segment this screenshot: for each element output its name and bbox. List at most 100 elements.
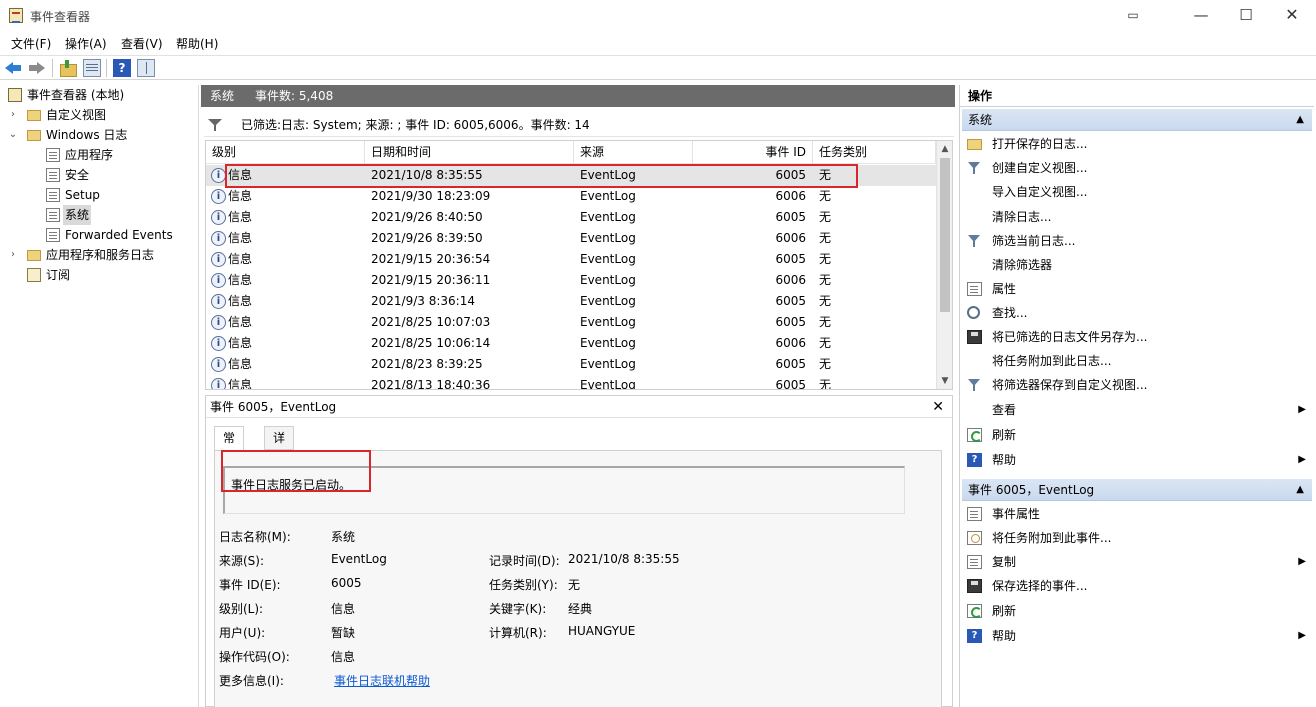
action-item[interactable]: 将已筛选的日志文件另存为... bbox=[960, 325, 1314, 349]
tree-item-root[interactable]: 事件查看器 (本地) bbox=[0, 85, 198, 105]
action-item[interactable]: 将任务附加到此事件... bbox=[960, 526, 1314, 550]
log-icon bbox=[46, 148, 60, 162]
minimize-button[interactable]: — bbox=[1181, 4, 1221, 26]
action-item[interactable]: 将任务附加到此日志... bbox=[960, 349, 1314, 373]
table-row[interactable]: i 信息 2021/9/26 8:40:50 EventLog 6005 无 bbox=[206, 207, 936, 228]
more-info-link[interactable]: 事件日志联机帮助 bbox=[334, 672, 430, 689]
tree-item-forwarded-events[interactable]: Forwarded Events bbox=[0, 225, 198, 245]
action-item[interactable]: ? 帮助 ▶ bbox=[960, 624, 1314, 648]
action-label: 查找... bbox=[992, 306, 1028, 320]
table-row[interactable]: i 信息 2021/8/13 18:40:36 EventLog 6005 无 bbox=[206, 375, 936, 390]
action-item[interactable]: 保存选择的事件... bbox=[960, 574, 1314, 598]
cell-datetime: 2021/8/13 18:40:36 bbox=[371, 378, 491, 390]
section-event[interactable]: 事件 6005，EventLog ▲ bbox=[962, 479, 1312, 501]
scroll-up-icon[interactable]: ▲ bbox=[937, 141, 952, 157]
scroll-down-icon[interactable]: ▼ bbox=[937, 373, 952, 389]
action-item[interactable]: 创建自定义视图... bbox=[960, 156, 1314, 180]
forward-arrow-icon[interactable] bbox=[27, 59, 45, 77]
folder-icon bbox=[27, 130, 41, 141]
up-folder-icon[interactable] bbox=[59, 59, 77, 77]
cell-datetime: 2021/9/26 8:39:50 bbox=[371, 231, 483, 245]
menu-help[interactable]: 帮助(H) bbox=[176, 35, 218, 52]
back-arrow-icon[interactable] bbox=[5, 59, 23, 77]
tree-item-system[interactable]: 系统 bbox=[0, 205, 198, 225]
scrollbar-thumb[interactable] bbox=[940, 158, 950, 312]
action-item[interactable]: 事件属性 bbox=[960, 502, 1314, 526]
close-window-button[interactable]: ✕ bbox=[1272, 4, 1312, 26]
tab-general[interactable]: 常规 bbox=[214, 426, 245, 467]
show-hide-action-pane-icon[interactable] bbox=[137, 59, 155, 77]
field-user: 暂缺 bbox=[331, 626, 356, 640]
menu-file[interactable]: 文件(F) bbox=[11, 35, 51, 52]
cell-task-category: 无 bbox=[819, 273, 832, 287]
action-item[interactable]: 将筛选器保存到自定义视图... bbox=[960, 373, 1314, 397]
action-item[interactable]: 复制 ▶ bbox=[960, 550, 1314, 574]
action-item[interactable]: 清除筛选器 bbox=[960, 253, 1314, 277]
tree-item-custom-views[interactable]: › 自定义视图 bbox=[0, 105, 198, 125]
table-row[interactable]: i 信息 2021/8/25 10:07:03 EventLog 6005 无 bbox=[206, 312, 936, 333]
action-item[interactable]: 刷新 bbox=[960, 599, 1314, 623]
event-list-header: 级别 日期和时间 来源 事件 ID 任务类别 bbox=[206, 141, 936, 164]
action-item[interactable]: 刷新 bbox=[960, 423, 1314, 447]
action-item[interactable]: 清除日志... bbox=[960, 205, 1314, 229]
collapse-icon[interactable]: ▲ bbox=[1296, 109, 1304, 131]
action-item[interactable]: 打开保存的日志... bbox=[960, 132, 1314, 156]
tree-label: Setup bbox=[65, 188, 100, 202]
folder-icon bbox=[27, 250, 41, 261]
column-source[interactable]: 来源 bbox=[574, 141, 693, 164]
tree-item-setup[interactable]: Setup bbox=[0, 185, 198, 205]
help-icon[interactable]: ? bbox=[113, 59, 131, 77]
action-label: 将任务附加到此日志... bbox=[992, 354, 1112, 368]
menu-view[interactable]: 查看(V) bbox=[121, 35, 163, 52]
table-row[interactable]: i 信息 2021/9/15 20:36:11 EventLog 6006 无 bbox=[206, 270, 936, 291]
action-item[interactable]: 导入自定义视图... bbox=[960, 180, 1314, 204]
field-label-level: 级别(L): bbox=[219, 602, 264, 616]
action-item[interactable]: 筛选当前日志... bbox=[960, 229, 1314, 253]
submenu-arrow-icon: ▶ bbox=[1298, 556, 1306, 567]
cell-task-category: 无 bbox=[819, 357, 832, 371]
action-item[interactable]: 查找... bbox=[960, 301, 1314, 325]
table-row[interactable]: i 信息 2021/8/25 10:06:14 EventLog 6006 无 bbox=[206, 333, 936, 354]
cell-datetime: 2021/9/15 20:36:11 bbox=[371, 273, 491, 287]
section-system[interactable]: 系统 ▲ bbox=[962, 109, 1312, 131]
tree-item-app-service-logs[interactable]: › 应用程序和服务日志 bbox=[0, 245, 198, 265]
log-icon bbox=[46, 228, 60, 242]
column-event-id[interactable]: 事件 ID bbox=[693, 141, 813, 164]
field-level: 信息 bbox=[331, 602, 356, 616]
column-datetime[interactable]: 日期和时间 bbox=[365, 141, 574, 164]
menu-action[interactable]: 操作(A) bbox=[65, 35, 107, 52]
action-item[interactable]: 属性 bbox=[960, 277, 1314, 301]
maximize-button[interactable]: ☐ bbox=[1226, 4, 1266, 26]
cell-event-id: 6006 bbox=[775, 336, 806, 350]
log-header: 系统 事件数: 5,408 bbox=[201, 85, 955, 107]
tree-label: 应用程序和服务日志 bbox=[46, 248, 155, 262]
cell-level: 信息 bbox=[228, 336, 253, 350]
filter-bar: 已筛选:日志: System; 来源: ; 事件 ID: 6005,6006。事… bbox=[204, 113, 954, 137]
tablet-mode-icon[interactable]: ▭ bbox=[1113, 4, 1153, 26]
tree-item-windows-logs[interactable]: ⌄ Windows 日志 bbox=[0, 125, 198, 145]
table-row[interactable]: i 信息 2021/9/3 8:36:14 EventLog 6005 无 bbox=[206, 291, 936, 312]
tab-details[interactable]: 详细信息 bbox=[264, 426, 295, 511]
vertical-scrollbar[interactable]: ▲ ▼ bbox=[936, 141, 952, 389]
column-level[interactable]: 级别 bbox=[206, 141, 365, 164]
tree-item-security[interactable]: 安全 bbox=[0, 165, 198, 185]
column-task-category[interactable]: 任务类别 bbox=[813, 141, 936, 164]
collapse-arrow-icon[interactable]: ⌄ bbox=[8, 125, 18, 145]
expand-arrow-icon[interactable]: › bbox=[8, 105, 18, 125]
highlight-box bbox=[225, 164, 858, 188]
table-row[interactable]: i 信息 2021/9/15 20:36:54 EventLog 6005 无 bbox=[206, 249, 936, 270]
tree-item-subscriptions[interactable]: 订阅 bbox=[0, 265, 198, 285]
table-row[interactable]: i 信息 2021/8/23 8:39:25 EventLog 6005 无 bbox=[206, 354, 936, 375]
highlight-box bbox=[221, 450, 371, 492]
center-pane: 系统 事件数: 5,408 已筛选:日志: System; 来源: ; 事件 I… bbox=[201, 85, 956, 707]
action-item[interactable]: 查看 ▶ bbox=[960, 398, 1314, 422]
info-icon: i bbox=[211, 294, 226, 309]
action-item[interactable]: ? 帮助 ▶ bbox=[960, 448, 1314, 472]
tree-item-application[interactable]: 应用程序 bbox=[0, 145, 198, 165]
show-hide-console-tree-icon[interactable] bbox=[83, 59, 101, 77]
close-detail-icon[interactable]: ✕ bbox=[932, 396, 944, 418]
expand-arrow-icon[interactable]: › bbox=[8, 245, 18, 265]
table-row[interactable]: i 信息 2021/9/26 8:39:50 EventLog 6006 无 bbox=[206, 228, 936, 249]
table-row[interactable]: i 信息 2021/9/30 18:23:09 EventLog 6006 无 bbox=[206, 186, 936, 207]
collapse-icon[interactable]: ▲ bbox=[1296, 479, 1304, 501]
